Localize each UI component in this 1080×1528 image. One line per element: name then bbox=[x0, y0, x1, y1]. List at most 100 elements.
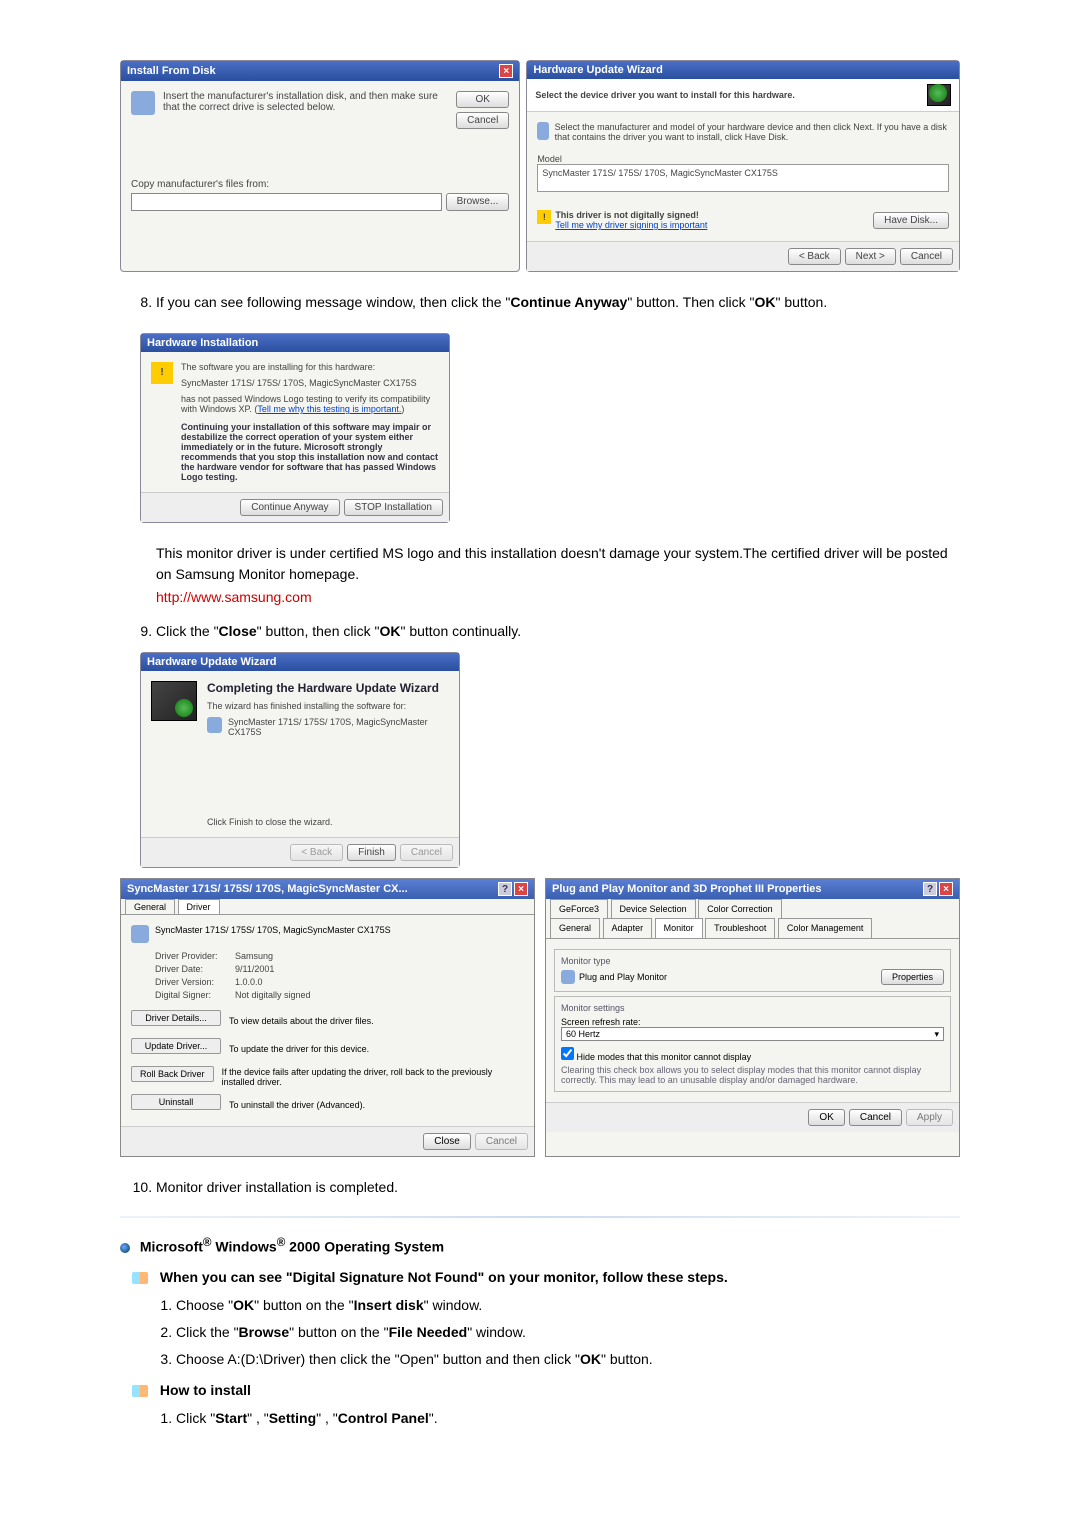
help-icon[interactable]: ? bbox=[498, 882, 512, 896]
samsung-link[interactable]: http://www.samsung.com bbox=[156, 589, 312, 605]
tab-general[interactable]: General bbox=[550, 918, 600, 937]
tab-geforce[interactable]: GeForce3 bbox=[550, 899, 608, 918]
tab-trouble[interactable]: Troubleshoot bbox=[705, 918, 775, 937]
tab-adapter[interactable]: Adapter bbox=[603, 918, 653, 937]
separator bbox=[120, 1216, 960, 1218]
continue-anyway-button[interactable]: Continue Anyway bbox=[240, 499, 339, 516]
step-list: Monitor driver installation is completed… bbox=[120, 1177, 960, 1198]
hardware-installation-dialog: Hardware Installation ! The software you… bbox=[140, 333, 450, 523]
warning-icon: ! bbox=[537, 210, 551, 224]
dialog-titlebar: Hardware Update Wizard bbox=[141, 653, 459, 671]
tab-devsel[interactable]: Device Selection bbox=[611, 899, 696, 918]
wizard-heading: Completing the Hardware Update Wizard bbox=[207, 681, 449, 695]
tab-monitor[interactable]: Monitor bbox=[655, 918, 703, 937]
completing-wizard-dialog: Hardware Update Wizard Completing the Ha… bbox=[140, 652, 460, 868]
wizard-icon bbox=[927, 84, 951, 106]
update-driver-button[interactable]: Update Driver... bbox=[131, 1038, 221, 1054]
dialog-titlebar: Install From Disk × bbox=[121, 61, 519, 81]
win2000-heading: Microsoft® Windows® 2000 Operating Syste… bbox=[120, 1236, 960, 1255]
ok-button[interactable]: OK bbox=[456, 91, 509, 108]
model-label: Model bbox=[537, 154, 949, 164]
driver-properties-dialog: SyncMaster 171S/ 175S/ 170S, MagicSyncMa… bbox=[120, 878, 535, 1157]
cancel-button[interactable]: Cancel bbox=[900, 248, 953, 265]
signing-link[interactable]: Tell me why driver signing is important bbox=[555, 220, 707, 230]
install-instruction: Insert the manufacturer's installation d… bbox=[163, 91, 448, 113]
hide-check-label: Hide modes that this monitor cannot disp… bbox=[577, 1052, 752, 1062]
tab-colorcor[interactable]: Color Correction bbox=[698, 899, 782, 918]
close-button[interactable]: Close bbox=[423, 1133, 471, 1150]
dialog-title: Install From Disk bbox=[127, 65, 216, 77]
monitor-type-label: Monitor type bbox=[561, 956, 944, 966]
logo-testing-link[interactable]: Tell me why this testing is important. bbox=[257, 404, 401, 414]
howto-step-list: Click "Start" , "Setting" , "Control Pan… bbox=[120, 1408, 960, 1429]
close-icon[interactable]: × bbox=[939, 882, 953, 896]
wizard-line: The wizard has finished installing the s… bbox=[207, 701, 449, 711]
tab-general[interactable]: General bbox=[125, 899, 175, 914]
tab-driver[interactable]: Driver bbox=[178, 899, 220, 914]
model-item: SyncMaster 171S/ 175S/ 170S, MagicSyncMa… bbox=[542, 168, 778, 178]
dialog-title: SyncMaster 171S/ 175S/ 170S, MagicSyncMa… bbox=[127, 883, 408, 895]
dsnf-step-list: Choose "OK" button on the "Insert disk" … bbox=[120, 1295, 960, 1370]
install-dialogs-row: Install From Disk × Insert the manufactu… bbox=[120, 60, 960, 272]
next-button[interactable]: Next > bbox=[845, 248, 896, 265]
hide-description: Clearing this check box allows you to se… bbox=[561, 1065, 944, 1085]
select-driver-dialog: Hardware Update Wizard Select the device… bbox=[526, 60, 960, 272]
warning-icon: ! bbox=[151, 362, 173, 384]
step-10: Monitor driver installation is completed… bbox=[156, 1177, 960, 1198]
dsnf-heading: When you can see "Digital Signature Not … bbox=[120, 1269, 960, 1285]
uninstall-button[interactable]: Uninstall bbox=[131, 1094, 221, 1110]
copy-from-label: Copy manufacturer's files from: bbox=[131, 179, 509, 190]
driver-details-button[interactable]: Driver Details... bbox=[131, 1010, 221, 1026]
howto-heading: How to install bbox=[120, 1382, 960, 1398]
hw-device: SyncMaster 171S/ 175S/ 170S, MagicSyncMa… bbox=[181, 378, 439, 388]
install-from-disk-dialog: Install From Disk × Insert the manufactu… bbox=[120, 60, 520, 272]
disk-icon bbox=[131, 91, 155, 115]
tab-colormgmt[interactable]: Color Management bbox=[778, 918, 873, 937]
monitor-type: Plug and Play Monitor bbox=[579, 972, 667, 982]
step-list: Click the "Close" button, then click "OK… bbox=[120, 621, 960, 642]
list-item: Click "Start" , "Setting" , "Control Pan… bbox=[176, 1408, 960, 1429]
stop-installation-button[interactable]: STOP Installation bbox=[344, 499, 443, 516]
device-name: SyncMaster 171S/ 175S/ 170S, MagicSyncMa… bbox=[155, 925, 391, 943]
list-item: Click the "Browse" button on the "File N… bbox=[176, 1322, 960, 1343]
dialog-titlebar: Hardware Installation bbox=[141, 334, 449, 352]
hw-warning: Continuing your installation of this sof… bbox=[181, 422, 439, 482]
close-icon[interactable]: × bbox=[514, 882, 528, 896]
dialog-title: Plug and Play Monitor and 3D Prophet III… bbox=[552, 883, 822, 895]
step-8: If you can see following message window,… bbox=[156, 292, 960, 313]
rollback-driver-button[interactable]: Roll Back Driver bbox=[131, 1066, 214, 1082]
properties-row: SyncMaster 171S/ 175S/ 170S, MagicSyncMa… bbox=[120, 878, 960, 1157]
step-9: Click the "Close" button, then click "OK… bbox=[156, 621, 960, 642]
browse-button[interactable]: Browse... bbox=[446, 193, 510, 211]
bullet-icon bbox=[120, 1243, 130, 1253]
model-list[interactable]: SyncMaster 171S/ 175S/ 170S, MagicSyncMa… bbox=[537, 164, 949, 192]
finish-button[interactable]: Finish bbox=[347, 844, 396, 861]
dialog-title: Hardware Update Wizard bbox=[533, 64, 663, 76]
monitor-icon bbox=[131, 925, 149, 943]
hide-modes-checkbox[interactable] bbox=[561, 1047, 574, 1060]
close-icon[interactable]: × bbox=[499, 64, 513, 78]
ok-button[interactable]: OK bbox=[808, 1109, 844, 1126]
refresh-label: Screen refresh rate: bbox=[561, 1017, 944, 1027]
disk-icon bbox=[537, 122, 548, 140]
finish-hint: Click Finish to close the wizard. bbox=[207, 817, 449, 827]
list-item: Choose "OK" button on the "Insert disk" … bbox=[176, 1295, 960, 1316]
driver-instruction: Select the manufacturer and model of you… bbox=[555, 122, 949, 142]
chevron-down-icon: ▾ bbox=[934, 1029, 939, 1040]
help-icon[interactable]: ? bbox=[923, 882, 937, 896]
monitor-settings-label: Monitor settings bbox=[561, 1003, 944, 1013]
have-disk-button[interactable]: Have Disk... bbox=[873, 212, 949, 229]
properties-button[interactable]: Properties bbox=[881, 969, 944, 985]
unsigned-text: This driver is not digitally signed! bbox=[555, 210, 707, 220]
back-button: < Back bbox=[290, 844, 343, 861]
cancel-button[interactable]: Cancel bbox=[456, 112, 509, 129]
refresh-dropdown[interactable]: 60 Hertz▾ bbox=[561, 1027, 944, 1041]
bullet-icon bbox=[132, 1385, 148, 1397]
list-item: Choose A:(D:\Driver) then click the "Ope… bbox=[176, 1349, 960, 1370]
cancel-button[interactable]: Cancel bbox=[849, 1109, 902, 1126]
copy-from-field[interactable] bbox=[131, 193, 442, 211]
dialog-title: Hardware Update Wizard bbox=[147, 656, 277, 668]
dialog-title: Hardware Installation bbox=[147, 337, 258, 349]
hw-line2: has not passed Windows Logo testing to v… bbox=[181, 394, 439, 414]
back-button[interactable]: < Back bbox=[788, 248, 841, 265]
